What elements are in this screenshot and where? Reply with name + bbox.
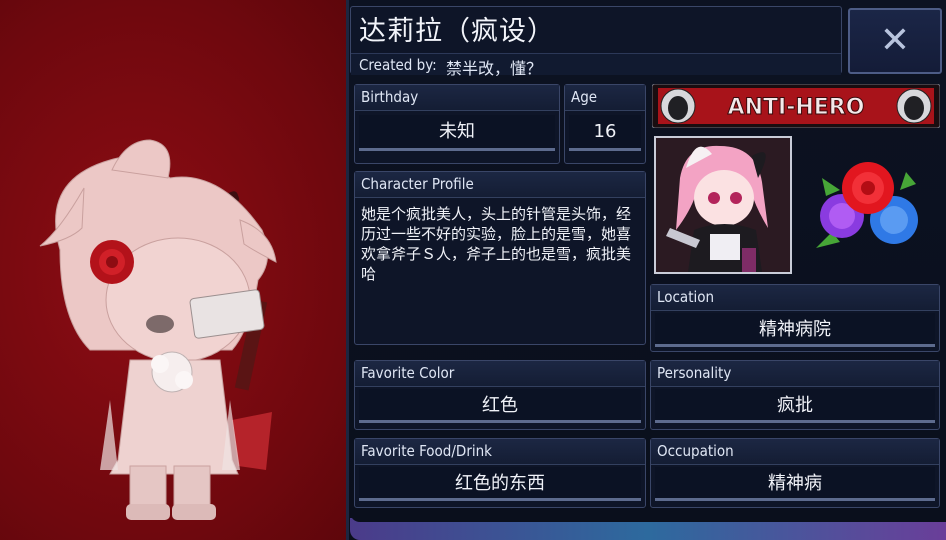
created-by-value[interactable]: 禁半改，懂？ bbox=[446, 55, 542, 79]
character-profile-field: Character Profile 她是个疯批美人，头上的针管是头饰，经历过一些… bbox=[354, 171, 646, 345]
created-by-label: Created by: bbox=[359, 56, 437, 74]
favorite-food-label: Favorite Food/Drink bbox=[355, 439, 645, 465]
favorite-color-field: Favorite Color 红色 bbox=[354, 360, 646, 430]
age-label: Age bbox=[565, 85, 645, 111]
hair-rose bbox=[90, 240, 134, 284]
close-button[interactable]: ✕ bbox=[848, 8, 942, 74]
panel-footer-inner bbox=[350, 510, 946, 522]
location-value[interactable]: 精神病院 bbox=[655, 313, 935, 347]
occupation-field: Occupation 精神病 bbox=[650, 438, 940, 508]
personality-label: Personality bbox=[651, 361, 939, 387]
badge-text: ANTI-HERO bbox=[728, 95, 865, 120]
character-avatar[interactable] bbox=[654, 136, 792, 274]
birthday-label: Birthday bbox=[355, 85, 559, 111]
character-figure[interactable] bbox=[0, 0, 346, 540]
occupation-label: Occupation bbox=[651, 439, 939, 465]
character-stage bbox=[0, 0, 346, 540]
birthday-field: Birthday 未知 bbox=[354, 84, 560, 164]
location-label: Location bbox=[651, 285, 939, 311]
personality-value[interactable]: 疯批 bbox=[655, 389, 935, 423]
close-icon[interactable]: ✕ bbox=[880, 20, 910, 61]
character-profile-label: Character Profile bbox=[355, 172, 645, 198]
favorite-color-value[interactable]: 红色 bbox=[359, 389, 641, 423]
anti-hero-badge: ANTI-HERO bbox=[652, 84, 940, 128]
age-value[interactable]: 16 bbox=[569, 115, 641, 151]
favorite-color-label: Favorite Color bbox=[355, 361, 645, 387]
character-title-box: 达莉拉（疯设） Created by: 禁半改，懂？ bbox=[350, 6, 842, 78]
created-by-row: Created by: 禁半改，懂？ bbox=[351, 53, 841, 78]
character-name[interactable]: 达莉拉（疯设） bbox=[359, 9, 555, 48]
location-field: Location 精神病院 bbox=[650, 284, 940, 352]
rose-emblem bbox=[816, 162, 918, 248]
body bbox=[100, 351, 240, 520]
favorite-food-value[interactable]: 红色的东西 bbox=[359, 467, 641, 501]
age-field: Age 16 bbox=[564, 84, 646, 164]
avatar-art bbox=[656, 138, 790, 272]
favorite-food-field: Favorite Food/Drink 红色的东西 bbox=[354, 438, 646, 508]
birthday-value[interactable]: 未知 bbox=[359, 115, 555, 151]
occupation-value[interactable]: 精神病 bbox=[655, 467, 935, 501]
personality-field: Personality 疯批 bbox=[650, 360, 940, 430]
character-profile-text[interactable]: 她是个疯批美人，头上的针管是头饰，经历过一些不好的实验，脸上的是雪，她喜欢拿斧子… bbox=[361, 204, 639, 284]
